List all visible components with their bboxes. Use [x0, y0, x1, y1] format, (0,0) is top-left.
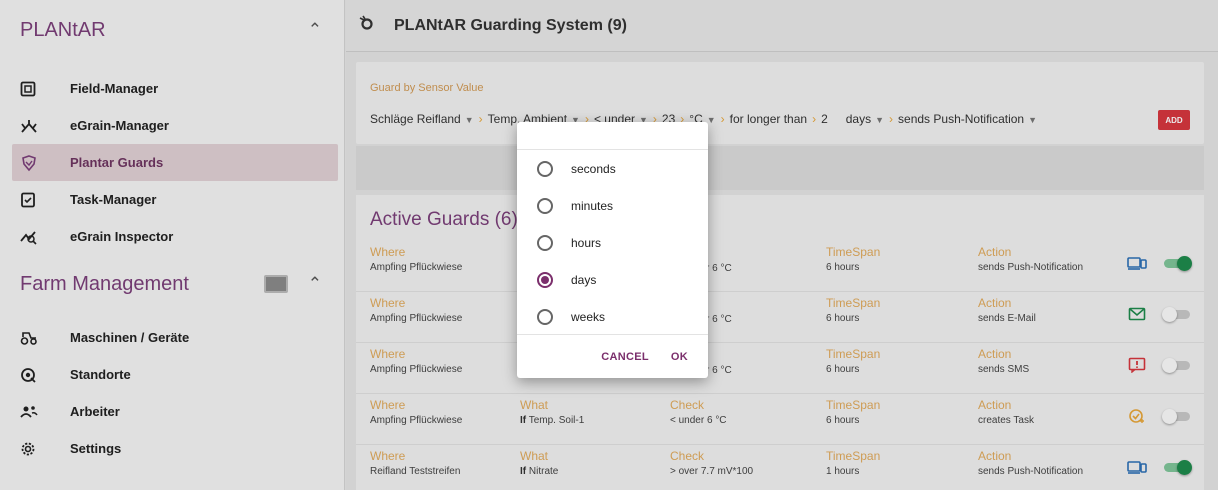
radio-button[interactable]	[537, 308, 553, 325]
option-days[interactable]: days	[517, 261, 708, 298]
option-weeks[interactable]: weeks	[517, 298, 708, 335]
cancel-button[interactable]: CANCEL	[601, 351, 649, 363]
option-minutes[interactable]: minutes	[517, 187, 708, 224]
option-hours[interactable]: hours	[517, 224, 708, 261]
dialog-header	[517, 122, 708, 150]
radio-button[interactable]	[537, 234, 553, 251]
option-label: weeks	[571, 309, 606, 324]
time-unit-dialog: seconds minutes hours days weeks CANCEL OK	[517, 122, 708, 378]
option-label: hours	[571, 235, 602, 250]
option-label: minutes	[571, 198, 614, 213]
radio-button[interactable]	[537, 160, 553, 177]
dialog-actions: CANCEL OK	[517, 334, 708, 378]
option-seconds[interactable]: seconds	[517, 150, 708, 187]
option-label: days	[571, 272, 597, 287]
radio-button[interactable]	[537, 271, 553, 288]
option-label: seconds	[571, 161, 616, 176]
radio-button[interactable]	[537, 197, 553, 214]
ok-button[interactable]: OK	[671, 351, 688, 363]
